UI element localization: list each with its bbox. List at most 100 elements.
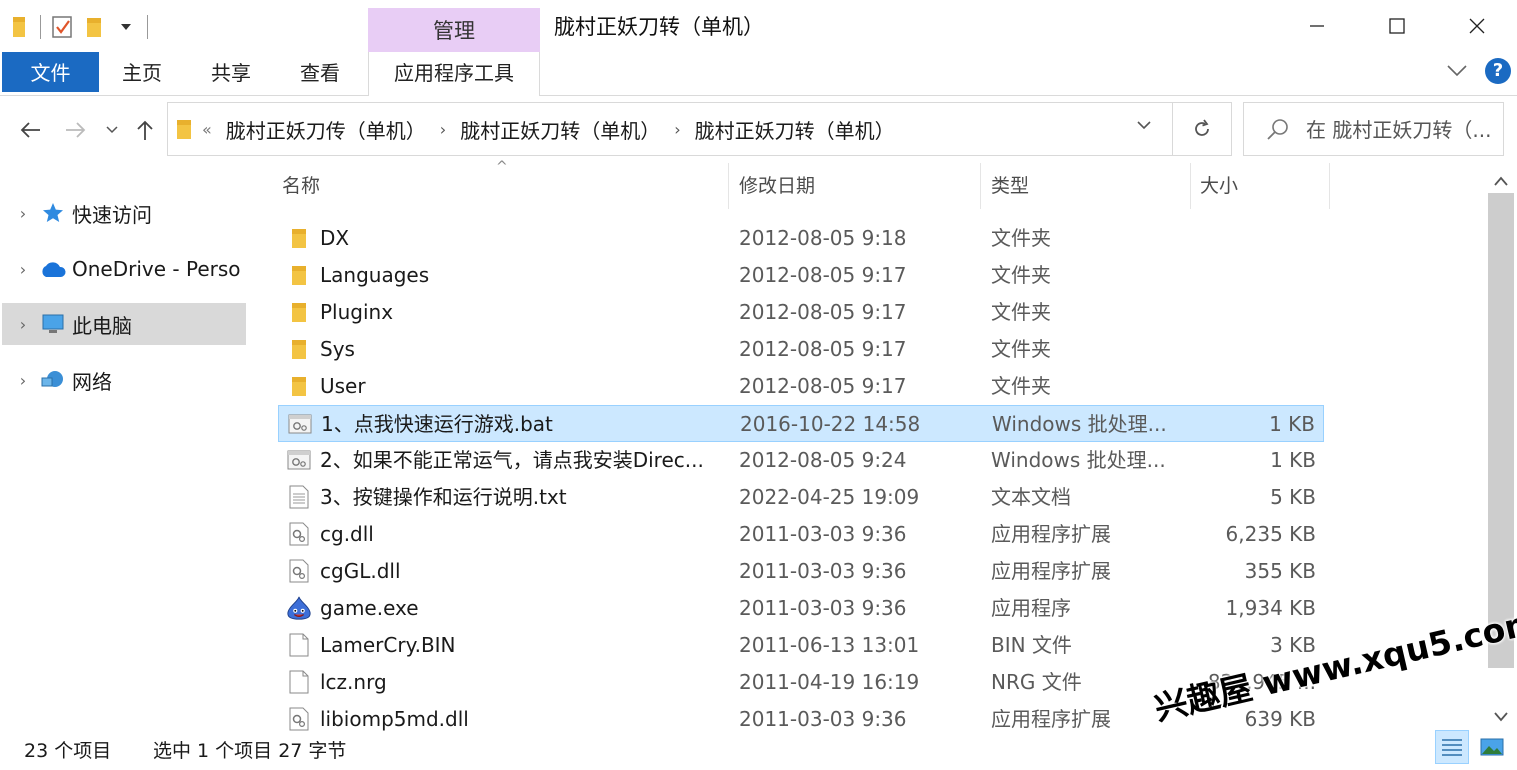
column-header-size[interactable]: 大小 bbox=[1196, 163, 1330, 209]
quick-access-toolbar bbox=[8, 12, 148, 42]
blank-file-icon bbox=[286, 632, 312, 658]
selection-info: 选中 1 个项目 27 字节 bbox=[153, 740, 347, 762]
file-date: 2011-03-03 9:36 bbox=[739, 559, 907, 583]
nav-item-this-pc[interactable]: › 此电脑 bbox=[2, 303, 246, 345]
file-date: 2016-10-22 14:58 bbox=[740, 412, 921, 436]
large-icons-view-button[interactable] bbox=[1475, 730, 1509, 764]
breadcrumb-item[interactable]: 胧村正妖刀传（单机） bbox=[226, 115, 426, 144]
minimize-button[interactable] bbox=[1277, 0, 1357, 52]
up-button[interactable] bbox=[131, 116, 159, 144]
file-date: 2012-08-05 9:18 bbox=[739, 226, 907, 250]
ribbon-right-controls: ? bbox=[1447, 58, 1511, 84]
file-type: 文本文档 bbox=[991, 485, 1071, 509]
file-name: DX bbox=[320, 226, 350, 250]
manage-context-tab-header: 管理 bbox=[368, 8, 540, 52]
file-size: 1 KB bbox=[1270, 448, 1316, 472]
folder-icon bbox=[286, 373, 312, 399]
breadcrumb-chevron-icon[interactable]: › bbox=[674, 120, 680, 139]
tab-application-tools[interactable]: 应用程序工具 bbox=[368, 52, 540, 96]
tab-home[interactable]: 主页 bbox=[122, 52, 162, 92]
toolbar-separator bbox=[147, 15, 148, 39]
file-name: lcz.nrg bbox=[320, 670, 387, 694]
file-type: 文件夹 bbox=[991, 300, 1051, 324]
view-switcher bbox=[1435, 730, 1509, 764]
maximize-button[interactable] bbox=[1357, 0, 1437, 52]
tab-share[interactable]: 共享 bbox=[211, 52, 251, 92]
details-view-button[interactable] bbox=[1435, 730, 1469, 764]
file-row[interactable]: DX 2012-08-05 9:18 文件夹 bbox=[278, 220, 1324, 257]
expand-chevron-icon[interactable]: › bbox=[8, 315, 38, 334]
details-view-icon bbox=[1442, 739, 1462, 756]
column-header-date[interactable]: 修改日期 bbox=[735, 163, 981, 209]
scroll-up-arrow-icon[interactable] bbox=[1494, 171, 1508, 190]
breadcrumb-item[interactable]: 胧村正妖刀转（单机） bbox=[460, 115, 660, 144]
ribbon-tabs: 文件 主页 共享 查看 应用程序工具 ? bbox=[0, 52, 1517, 96]
address-history-dropdown[interactable] bbox=[1136, 117, 1152, 137]
file-type: NRG 文件 bbox=[991, 670, 1082, 694]
close-button[interactable] bbox=[1437, 0, 1517, 52]
back-button[interactable] bbox=[16, 116, 44, 144]
search-input[interactable] bbox=[1306, 115, 1498, 145]
breadcrumb-chevron-icon[interactable]: › bbox=[440, 120, 446, 139]
file-row[interactable]: cg.dll 2011-03-03 9:36 应用程序扩展 6,235 KB bbox=[278, 516, 1324, 553]
address-bar[interactable]: « 胧村正妖刀传（单机） › 胧村正妖刀转（单机） › 胧村正妖刀转（单机） bbox=[167, 102, 1173, 156]
tab-file[interactable]: 文件 bbox=[2, 52, 99, 92]
breadcrumb-item[interactable]: 胧村正妖刀转（单机） bbox=[695, 115, 895, 144]
file-type: BIN 文件 bbox=[991, 633, 1072, 657]
file-size: 1,934 KB bbox=[1225, 596, 1316, 620]
recent-locations-dropdown[interactable] bbox=[98, 116, 126, 144]
expand-chevron-icon[interactable]: › bbox=[8, 371, 38, 390]
file-date: 2022-04-25 19:09 bbox=[739, 485, 920, 509]
nav-item-network[interactable]: › 网络 bbox=[2, 359, 246, 401]
file-date: 2012-08-05 9:17 bbox=[739, 300, 907, 324]
scroll-down-arrow-icon[interactable] bbox=[1494, 707, 1508, 726]
network-icon bbox=[38, 367, 68, 393]
file-date: 2011-03-03 9:36 bbox=[739, 596, 907, 620]
file-date: 2012-08-05 9:24 bbox=[739, 448, 907, 472]
expand-chevron-icon[interactable]: › bbox=[8, 260, 38, 279]
search-icon bbox=[1266, 117, 1290, 145]
window-controls bbox=[1277, 0, 1517, 52]
help-button[interactable]: ? bbox=[1485, 58, 1511, 84]
expand-ribbon-chevron-icon[interactable] bbox=[1447, 62, 1467, 81]
file-name: game.exe bbox=[320, 596, 419, 620]
file-row[interactable]: Sys 2012-08-05 9:17 文件夹 bbox=[278, 331, 1324, 368]
properties-icon[interactable] bbox=[51, 14, 73, 40]
new-folder-icon[interactable] bbox=[83, 14, 105, 40]
search-box[interactable] bbox=[1243, 102, 1504, 156]
folder-icon bbox=[286, 225, 312, 251]
toolbar-separator bbox=[40, 15, 41, 39]
item-count: 23 个项目 bbox=[24, 740, 112, 762]
customize-toolbar-dropdown-icon[interactable] bbox=[115, 14, 137, 40]
column-header-type[interactable]: 类型 bbox=[987, 163, 1191, 209]
file-row[interactable]: Pluginx 2012-08-05 9:17 文件夹 bbox=[278, 294, 1324, 331]
refresh-icon bbox=[1195, 119, 1209, 136]
folder-icon bbox=[286, 299, 312, 325]
file-row[interactable]: game.exe 2011-03-03 9:36 应用程序 1,934 KB bbox=[278, 590, 1324, 627]
cloud-icon bbox=[38, 256, 68, 282]
file-row[interactable]: Languages 2012-08-05 9:17 文件夹 bbox=[278, 257, 1324, 294]
folder-icon[interactable] bbox=[8, 14, 30, 40]
file-row[interactable]: 1、点我快速运行游戏.bat 2016-10-22 14:58 Windows 批处… bbox=[278, 405, 1324, 442]
breadcrumb-overflow[interactable]: « bbox=[202, 120, 212, 139]
file-row[interactable]: cgGL.dll 2011-03-03 9:36 应用程序扩展 355 KB bbox=[278, 553, 1324, 590]
file-type: Windows 批处理... bbox=[992, 412, 1167, 436]
large-icons-view-icon bbox=[1480, 738, 1504, 756]
file-row[interactable]: 3、按键操作和运行说明.txt 2022-04-25 19:09 文本文档 5 KB bbox=[278, 479, 1324, 516]
nav-item-onedrive[interactable]: › OneDrive - Perso bbox=[2, 248, 246, 290]
scrollbar-thumb[interactable] bbox=[1488, 193, 1514, 668]
file-row[interactable]: LamerCry.BIN 2011-06-13 13:01 BIN 文件 3 KB bbox=[278, 627, 1324, 664]
forward-button[interactable] bbox=[62, 116, 90, 144]
nav-item-quick-access[interactable]: › 快速访问 bbox=[2, 192, 246, 234]
tab-view[interactable]: 查看 bbox=[300, 52, 340, 92]
file-size: 6,235 KB bbox=[1225, 522, 1316, 546]
file-row[interactable]: 2、如果不能正常运气，请点我安装Direc... 2012-08-05 9:24 W… bbox=[278, 442, 1324, 479]
file-type: 应用程序扩展 bbox=[991, 559, 1111, 583]
file-row[interactable]: User 2012-08-05 9:17 文件夹 bbox=[278, 368, 1324, 405]
dll-file-icon bbox=[286, 558, 312, 584]
file-type: 文件夹 bbox=[991, 226, 1051, 250]
breadcrumb: « 胧村正妖刀传（单机） › 胧村正妖刀转（单机） › 胧村正妖刀转（单机） bbox=[176, 103, 895, 155]
column-header-name[interactable]: 名称 bbox=[278, 163, 729, 209]
expand-chevron-icon[interactable]: › bbox=[8, 204, 38, 223]
refresh-button[interactable] bbox=[1172, 102, 1232, 156]
